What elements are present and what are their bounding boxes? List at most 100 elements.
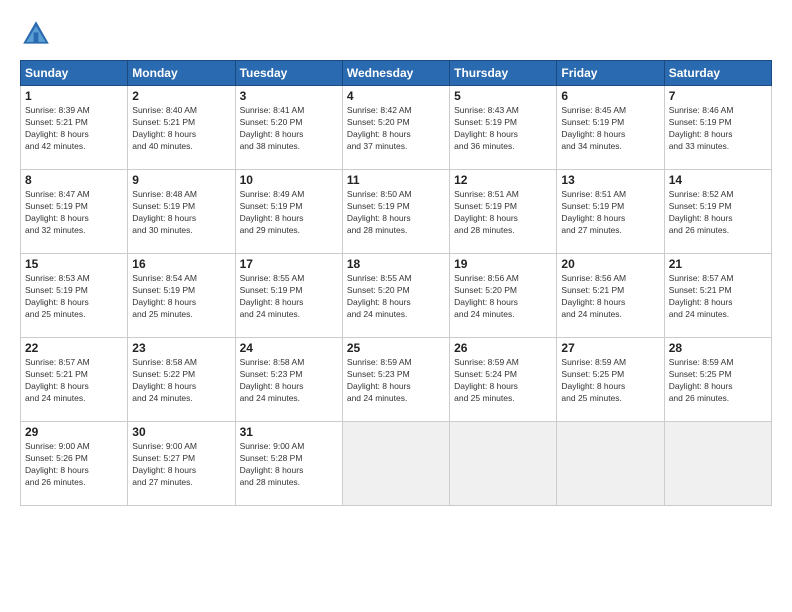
day-info: Sunrise: 8:42 AMSunset: 5:20 PMDaylight:… (347, 105, 445, 153)
calendar-cell: 16 Sunrise: 8:54 AMSunset: 5:19 PMDayligh… (128, 254, 235, 338)
day-info: Sunrise: 8:58 AMSunset: 5:23 PMDaylight:… (240, 357, 338, 405)
day-info: Sunrise: 8:59 AMSunset: 5:24 PMDaylight:… (454, 357, 552, 405)
day-number: 4 (347, 89, 445, 103)
day-info: Sunrise: 8:56 AMSunset: 5:21 PMDaylight:… (561, 273, 659, 321)
calendar-cell: 23 Sunrise: 8:58 AMSunset: 5:22 PMDayligh… (128, 338, 235, 422)
day-info: Sunrise: 9:00 AMSunset: 5:27 PMDaylight:… (132, 441, 230, 489)
logo (20, 18, 56, 50)
calendar-cell: 14 Sunrise: 8:52 AMSunset: 5:19 PMDayligh… (664, 170, 771, 254)
day-number: 5 (454, 89, 552, 103)
calendar-cell: 10 Sunrise: 8:49 AMSunset: 5:19 PMDayligh… (235, 170, 342, 254)
calendar-cell: 22 Sunrise: 8:57 AMSunset: 5:21 PMDayligh… (21, 338, 128, 422)
calendar-cell: 1 Sunrise: 8:39 AMSunset: 5:21 PMDaylight… (21, 86, 128, 170)
day-info: Sunrise: 8:50 AMSunset: 5:19 PMDaylight:… (347, 189, 445, 237)
logo-icon (20, 18, 52, 50)
day-number: 30 (132, 425, 230, 439)
day-info: Sunrise: 9:00 AMSunset: 5:26 PMDaylight:… (25, 441, 123, 489)
day-info: Sunrise: 8:54 AMSunset: 5:19 PMDaylight:… (132, 273, 230, 321)
weekday-header-row: SundayMondayTuesdayWednesdayThursdayFrid… (21, 61, 772, 86)
day-info: Sunrise: 8:46 AMSunset: 5:19 PMDaylight:… (669, 105, 767, 153)
day-info: Sunrise: 8:55 AMSunset: 5:19 PMDaylight:… (240, 273, 338, 321)
day-number: 2 (132, 89, 230, 103)
calendar-cell: 28 Sunrise: 8:59 AMSunset: 5:25 PMDayligh… (664, 338, 771, 422)
week-row-1: 1 Sunrise: 8:39 AMSunset: 5:21 PMDaylight… (21, 86, 772, 170)
calendar-cell: 26 Sunrise: 8:59 AMSunset: 5:24 PMDayligh… (450, 338, 557, 422)
day-number: 28 (669, 341, 767, 355)
calendar: SundayMondayTuesdayWednesdayThursdayFrid… (20, 60, 772, 506)
day-number: 24 (240, 341, 338, 355)
day-number: 12 (454, 173, 552, 187)
day-info: Sunrise: 8:55 AMSunset: 5:20 PMDaylight:… (347, 273, 445, 321)
calendar-cell: 21Sunrise: 8:57 AMSunset: 5:21 PMDayligh… (664, 254, 771, 338)
day-number: 23 (132, 341, 230, 355)
calendar-cell: 11 Sunrise: 8:50 AMSunset: 5:19 PMDayligh… (342, 170, 449, 254)
weekday-header-wednesday: Wednesday (342, 61, 449, 86)
day-info: Sunrise: 8:53 AMSunset: 5:19 PMDaylight:… (25, 273, 123, 321)
day-number: 17 (240, 257, 338, 271)
day-number: 18 (347, 257, 445, 271)
day-number: 20 (561, 257, 659, 271)
weekday-header-sunday: Sunday (21, 61, 128, 86)
calendar-cell: 6 Sunrise: 8:45 AMSunset: 5:19 PMDaylight… (557, 86, 664, 170)
calendar-cell: 20 Sunrise: 8:56 AMSunset: 5:21 PMDayligh… (557, 254, 664, 338)
day-info: Sunrise: 8:45 AMSunset: 5:19 PMDaylight:… (561, 105, 659, 153)
day-number: 29 (25, 425, 123, 439)
day-info: Sunrise: 8:56 AMSunset: 5:20 PMDaylight:… (454, 273, 552, 321)
calendar-cell: 2 Sunrise: 8:40 AMSunset: 5:21 PMDaylight… (128, 86, 235, 170)
day-info: Sunrise: 8:48 AMSunset: 5:19 PMDaylight:… (132, 189, 230, 237)
day-info: Sunrise: 8:59 AMSunset: 5:23 PMDaylight:… (347, 357, 445, 405)
day-info: Sunrise: 8:41 AMSunset: 5:20 PMDaylight:… (240, 105, 338, 153)
day-number: 1 (25, 89, 123, 103)
day-info: Sunrise: 8:57 AMSunset: 5:21 PMDaylight:… (25, 357, 123, 405)
day-number: 3 (240, 89, 338, 103)
week-row-2: 8Sunrise: 8:47 AMSunset: 5:19 PMDaylight… (21, 170, 772, 254)
weekday-header-monday: Monday (128, 61, 235, 86)
calendar-cell: 15Sunrise: 8:53 AMSunset: 5:19 PMDayligh… (21, 254, 128, 338)
weekday-header-tuesday: Tuesday (235, 61, 342, 86)
weekday-header-thursday: Thursday (450, 61, 557, 86)
calendar-cell (342, 422, 449, 506)
day-number: 31 (240, 425, 338, 439)
day-number: 11 (347, 173, 445, 187)
calendar-cell: 3 Sunrise: 8:41 AMSunset: 5:20 PMDaylight… (235, 86, 342, 170)
calendar-cell: 8Sunrise: 8:47 AMSunset: 5:19 PMDaylight… (21, 170, 128, 254)
weekday-header-saturday: Saturday (664, 61, 771, 86)
day-number: 22 (25, 341, 123, 355)
calendar-cell (450, 422, 557, 506)
day-info: Sunrise: 8:51 AMSunset: 5:19 PMDaylight:… (454, 189, 552, 237)
week-row-5: 29 Sunrise: 9:00 AMSunset: 5:26 PMDayligh… (21, 422, 772, 506)
day-number: 19 (454, 257, 552, 271)
day-info: Sunrise: 8:52 AMSunset: 5:19 PMDaylight:… (669, 189, 767, 237)
day-info: Sunrise: 8:59 AMSunset: 5:25 PMDaylight:… (561, 357, 659, 405)
day-number: 14 (669, 173, 767, 187)
day-info: Sunrise: 8:49 AMSunset: 5:19 PMDaylight:… (240, 189, 338, 237)
week-row-4: 22 Sunrise: 8:57 AMSunset: 5:21 PMDayligh… (21, 338, 772, 422)
weekday-header-friday: Friday (557, 61, 664, 86)
day-info: Sunrise: 8:59 AMSunset: 5:25 PMDaylight:… (669, 357, 767, 405)
day-info: Sunrise: 8:58 AMSunset: 5:22 PMDaylight:… (132, 357, 230, 405)
day-info: Sunrise: 8:47 AMSunset: 5:19 PMDaylight:… (25, 189, 123, 237)
day-number: 7 (669, 89, 767, 103)
calendar-cell: 13Sunrise: 8:51 AMSunset: 5:19 PMDayligh… (557, 170, 664, 254)
day-number: 26 (454, 341, 552, 355)
day-number: 27 (561, 341, 659, 355)
calendar-cell: 30 Sunrise: 9:00 AMSunset: 5:27 PMDayligh… (128, 422, 235, 506)
week-row-3: 15Sunrise: 8:53 AMSunset: 5:19 PMDayligh… (21, 254, 772, 338)
calendar-cell: 17 Sunrise: 8:55 AMSunset: 5:19 PMDayligh… (235, 254, 342, 338)
calendar-cell: 5Sunrise: 8:43 AMSunset: 5:19 PMDaylight… (450, 86, 557, 170)
calendar-cell (664, 422, 771, 506)
day-number: 16 (132, 257, 230, 271)
calendar-cell: 27 Sunrise: 8:59 AMSunset: 5:25 PMDayligh… (557, 338, 664, 422)
day-info: Sunrise: 8:40 AMSunset: 5:21 PMDaylight:… (132, 105, 230, 153)
calendar-cell: 29 Sunrise: 9:00 AMSunset: 5:26 PMDayligh… (21, 422, 128, 506)
day-number: 6 (561, 89, 659, 103)
calendar-cell (557, 422, 664, 506)
page: SundayMondayTuesdayWednesdayThursdayFrid… (0, 0, 792, 612)
day-info: Sunrise: 8:39 AMSunset: 5:21 PMDaylight:… (25, 105, 123, 153)
day-info: Sunrise: 8:57 AMSunset: 5:21 PMDaylight:… (669, 273, 767, 321)
calendar-cell: 19 Sunrise: 8:56 AMSunset: 5:20 PMDayligh… (450, 254, 557, 338)
calendar-cell: 24 Sunrise: 8:58 AMSunset: 5:23 PMDayligh… (235, 338, 342, 422)
header (20, 18, 772, 50)
day-number: 10 (240, 173, 338, 187)
calendar-cell: 18 Sunrise: 8:55 AMSunset: 5:20 PMDayligh… (342, 254, 449, 338)
